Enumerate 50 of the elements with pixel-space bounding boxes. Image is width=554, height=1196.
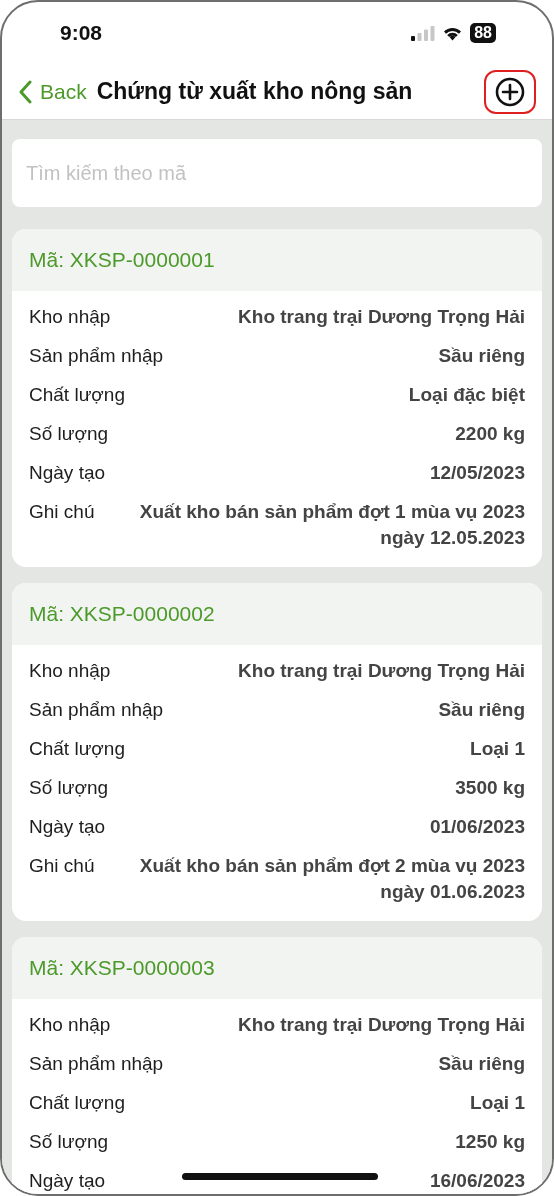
signal-icon bbox=[411, 25, 436, 41]
back-button[interactable]: Back bbox=[18, 79, 87, 104]
field-value: 3500 kg bbox=[455, 775, 525, 800]
field-label: Ngày tạo bbox=[29, 460, 106, 485]
field-value: Loại 1 bbox=[470, 1090, 525, 1115]
record-card[interactable] bbox=[12, 229, 542, 567]
field-value: 16/06/2023 bbox=[429, 1168, 525, 1193]
field-value: Sầu riêng bbox=[438, 343, 525, 368]
field-label: Kho nhập bbox=[29, 304, 111, 329]
field-value: Xuất kho bán sản phẩm đợt 2 mùa vụ 2023 ngày 01.06.2023 bbox=[138, 853, 525, 904]
field-label: Sản phẩm nhập bbox=[29, 343, 164, 368]
field-label: Số lượng bbox=[29, 421, 109, 446]
field-value: Loại đặc biệt bbox=[408, 382, 525, 407]
field-label: Chất lượng bbox=[29, 736, 125, 761]
chevron-left-icon bbox=[18, 79, 32, 104]
record-card[interactable]: Mã: XKSP-0000003 Kho nhập Kho trang trại Dương Trọng Hải Sản phẩm nhập Sầu riêng Chất lượng Loại 1 Số lượng 1250 kg Ngày tạo 16/06/2023 bbox=[12, 937, 542, 1194]
record-card[interactable]: Mã: XKSP-0000002 Kho nhập Kho trang trại Dương Trọng Hải Sản phẩm nhập Sầu riêng Chất lượng Loại 1 Số lượng 3500 kg Ngày tạo 01/06/2023 Ghi chú Xuất kho bán sản phẩm đợt 2 mùa vụ 2023 ngày 01.06.2023 bbox=[12, 583, 542, 921]
field-value: Xuất kho bán sản phẩm đợt 1 mùa vụ 2023 ngày 12.05.2023 bbox=[138, 499, 525, 550]
field-label: Kho nhập bbox=[29, 1012, 111, 1037]
field-label: Sản phẩm nhập bbox=[29, 1051, 164, 1076]
field-value: 01/06/2023 bbox=[429, 814, 525, 839]
field-value: Kho trang trại Dương Trọng Hải bbox=[238, 658, 525, 683]
field-value: 2200 kg bbox=[455, 421, 525, 446]
add-button[interactable] bbox=[484, 69, 536, 114]
plus-circle-icon bbox=[495, 76, 525, 107]
field-label: Ngày tạo bbox=[29, 814, 106, 839]
field-value: Kho trang trại Dương Trọng Hải bbox=[238, 1012, 525, 1037]
field-label: Ghi chú bbox=[29, 499, 95, 524]
field-value: Loại 1 bbox=[470, 736, 525, 761]
field-label: Số lượng bbox=[29, 1129, 109, 1154]
search-field[interactable]: Tìm kiếm theo mã bbox=[12, 139, 542, 207]
record-code: Mã: XKSP-0000003 bbox=[12, 937, 542, 999]
clock-time: 9:08 bbox=[60, 21, 103, 45]
battery-level: 88 bbox=[474, 24, 492, 42]
record-code: Mã: XKSP-0000002 bbox=[12, 583, 542, 645]
field-value: Sầu riêng bbox=[438, 1051, 525, 1076]
field-value: Sầu riêng bbox=[438, 697, 525, 722]
field-label: Ghi chú bbox=[29, 853, 95, 878]
field-label: Sản phẩm nhập bbox=[29, 697, 164, 722]
wifi-icon bbox=[442, 25, 464, 41]
record-code: Mã: XKSP-0000001 bbox=[12, 229, 542, 291]
field-label: Kho nhập bbox=[29, 658, 111, 683]
field-label: Ngày tạo bbox=[29, 1168, 106, 1193]
field-value: 1250 kg bbox=[455, 1129, 525, 1154]
field-value: Kho trang trại Dương Trọng Hải bbox=[238, 304, 525, 329]
page-title: Chứng từ xuất kho nông sản bbox=[96, 78, 414, 105]
field-label: Chất lượng bbox=[29, 1090, 125, 1115]
field-label: Số lượng bbox=[29, 775, 109, 800]
field-value: 12/05/2023 bbox=[429, 460, 525, 485]
field-label: Chất lượng bbox=[29, 382, 125, 407]
